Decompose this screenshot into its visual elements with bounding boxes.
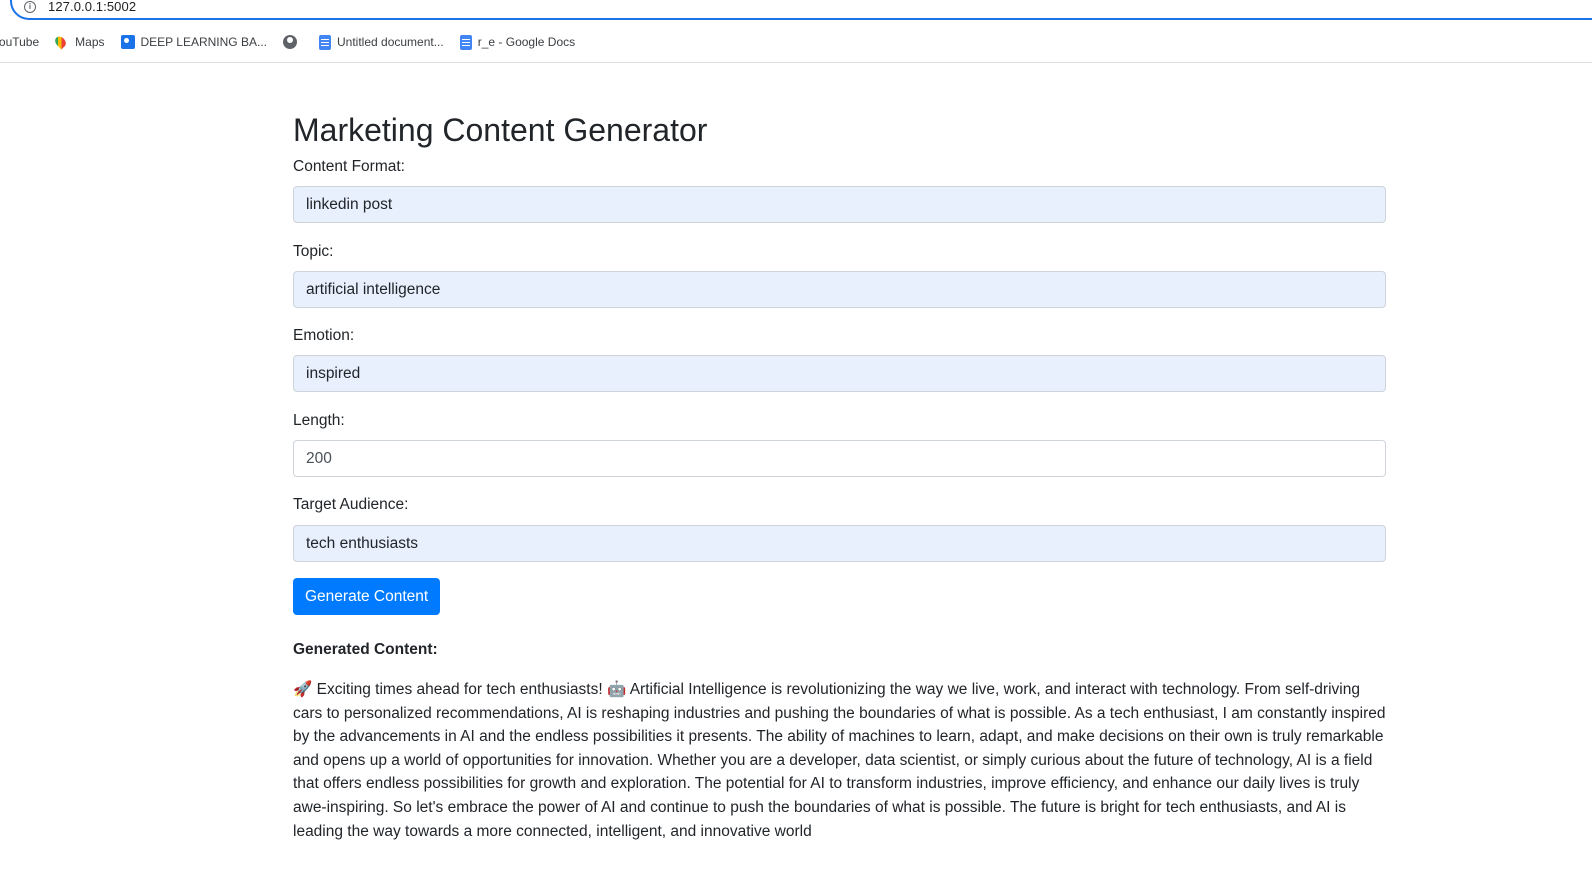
generated-content-text: 🚀 Exciting times ahead for tech enthusia… [293, 681, 1386, 840]
contact-card-icon [120, 35, 135, 49]
bookmark-deep-learning[interactable]: DEEP LEARNING BA... [120, 35, 268, 49]
length-input[interactable] [293, 440, 1386, 477]
target-audience-label: Target Audience: [293, 496, 409, 513]
target-audience-input[interactable] [293, 525, 1386, 562]
google-docs-icon [459, 34, 472, 50]
bookmark-globe[interactable] [283, 35, 303, 49]
emotion-input[interactable] [293, 355, 1386, 392]
globe-icon [283, 35, 297, 49]
bookmark-label: Untitled document... [337, 35, 444, 49]
content-format-input[interactable] [293, 186, 1386, 223]
bookmark-r-e-google-docs[interactable]: r_e - Google Docs [459, 34, 576, 50]
bookmark-label: YouTube [0, 35, 40, 49]
emotion-label: Emotion: [293, 327, 355, 344]
maps-pin-icon [53, 34, 69, 50]
topic-label: Topic: [293, 243, 334, 260]
google-docs-icon [319, 34, 331, 50]
generate-content-button[interactable]: Generate Content [293, 578, 441, 615]
page-title: Marketing Content Generator [293, 112, 708, 148]
browser-chrome: i 127.0.0.1:5002 YouTube Maps DEEP LEARN… [0, 0, 1592, 63]
bookmark-label: Maps [75, 35, 105, 49]
address-bar[interactable]: i 127.0.0.1:5002 [10, 0, 1592, 20]
bookmark-maps[interactable]: Maps [53, 34, 105, 50]
bookmarks-bar: YouTube Maps DEEP LEARNING BA... Untitle… [0, 32, 591, 52]
length-label: Length: [293, 412, 345, 429]
url-text[interactable]: 127.0.0.1:5002 [48, 0, 136, 14]
bookmark-label: DEEP LEARNING BA... [140, 35, 268, 49]
generated-content-heading: Generated Content: [293, 641, 438, 658]
site-info-icon[interactable]: i [24, 1, 36, 13]
topic-input[interactable] [293, 271, 1386, 308]
bookmark-youtube[interactable]: YouTube [0, 35, 39, 49]
content-format-label: Content Format: [293, 158, 405, 175]
bookmark-untitled-document[interactable]: Untitled document... [319, 34, 444, 50]
bookmark-label: r_e - Google Docs [477, 35, 576, 49]
